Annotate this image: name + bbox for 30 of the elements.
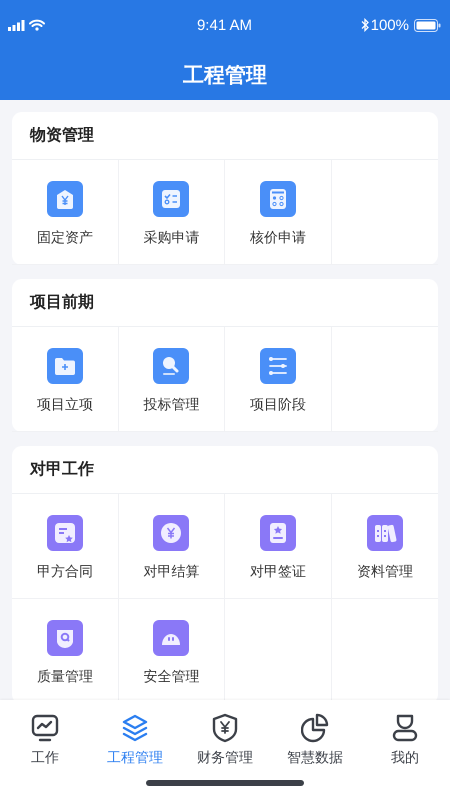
menu-item[interactable]: 投标管理 [118,327,225,432]
menu-item[interactable]: 甲方合同 [12,494,118,599]
menu-item[interactable]: 对甲签证 [225,494,332,599]
tab[interactable]: 我的 [360,713,450,767]
section-title: 项目前期 [30,292,94,313]
menu-item[interactable]: 核价申请 [225,160,332,265]
tab[interactable]: 工作 [0,713,90,767]
shield-icon [211,713,239,743]
bluetooth-icon [360,18,369,32]
wifi-icon [29,19,45,31]
menu-item[interactable]: 项目阶段 [225,327,332,432]
tab[interactable]: 工程管理 [90,713,180,767]
page-title: 工程管理 [183,62,267,89]
status-time: 9:41 AM [196,16,252,34]
tab[interactable]: 财务管理 [180,713,270,767]
signal-icon [8,20,25,30]
section-title: 物资管理 [30,125,94,146]
menu-item[interactable]: 项目立项 [12,327,118,432]
user-icon [391,713,419,743]
menu-item[interactable]: 固定资产 [12,160,118,265]
layers-icon [121,713,149,743]
battery-percent: 100% [370,16,409,34]
pie-chart-icon [301,713,329,743]
tab[interactable]: 智慧数据 [270,713,360,767]
monitor-icon [31,713,59,743]
menu-item[interactable]: 资料管理 [332,494,438,599]
section-title: 对甲工作 [30,459,94,480]
menu-item[interactable]: 对甲结算 [118,494,225,599]
battery-icon [414,18,441,32]
menu-item[interactable]: 采购申请 [118,160,225,265]
